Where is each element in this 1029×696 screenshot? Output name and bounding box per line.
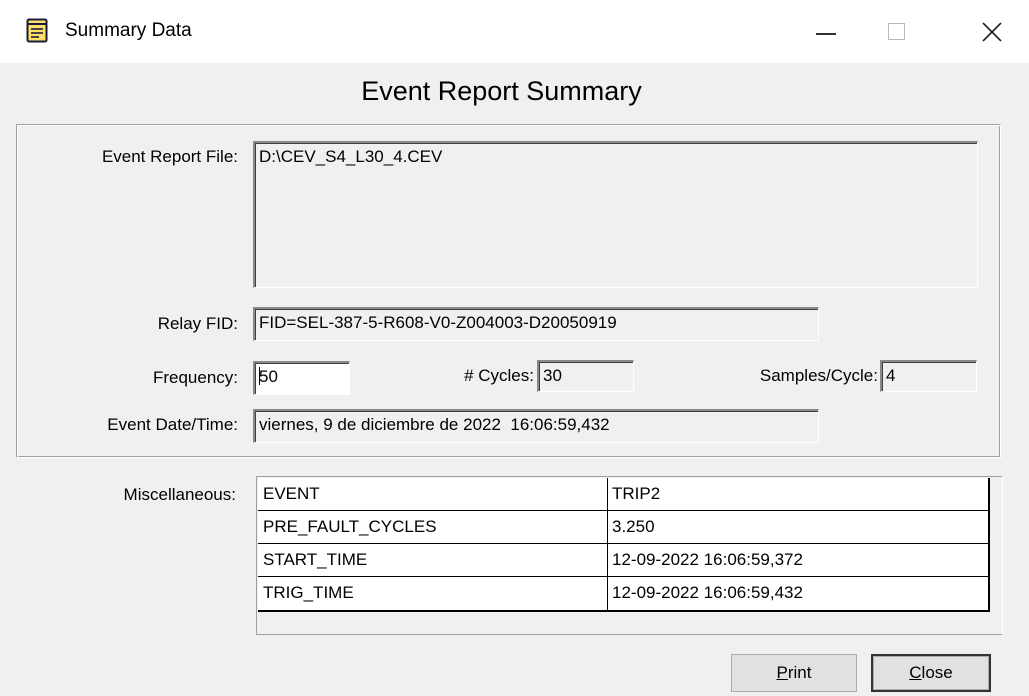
table-row[interactable]: TRIG_TIME 12-09-2022 16:06:59,432	[258, 577, 988, 610]
close-icon	[982, 21, 1002, 42]
frequency-label: Frequency:	[152, 368, 238, 387]
event-report-file-label: Event Report File:	[101, 147, 238, 166]
frequency-input[interactable]: 50	[253, 361, 350, 395]
notepad-icon	[26, 18, 48, 43]
relay-fid-value: FID=SEL-387-5-R608-V0-Z004003-D20050919	[259, 313, 617, 332]
summary-data-window: Summary Data Event Report Summary Event …	[0, 0, 1029, 696]
cycles-field[interactable]: 30	[537, 360, 634, 392]
page-title: Event Report Summary	[361, 76, 642, 106]
table-row[interactable]: EVENT TRIP2	[258, 478, 988, 511]
misc-value: 3.250	[612, 517, 655, 536]
table-row[interactable]: START_TIME 12-09-2022 16:06:59,372	[258, 544, 988, 577]
frequency-value: 50	[259, 367, 278, 386]
misc-key: TRIG_TIME	[263, 583, 354, 602]
cycles-label: # Cycles:	[464, 366, 534, 385]
event-report-file-value: D:\CEV_S4_L30_4.CEV	[259, 147, 443, 166]
event-datetime-label: Event Date/Time:	[107, 415, 238, 434]
title-bar[interactable]: Summary Data	[0, 0, 1029, 63]
maximize-icon	[887, 23, 905, 40]
maximize-button[interactable]	[861, 0, 931, 63]
relay-fid-label: Relay FID:	[157, 314, 238, 333]
cycles-value: 30	[543, 366, 562, 385]
miscellaneous-grid[interactable]: EVENT TRIP2 PRE_FAULT_CYCLES 3.250 START…	[258, 478, 990, 612]
misc-key: EVENT	[263, 484, 320, 503]
event-datetime-field[interactable]: viernes, 9 de diciembre de 2022 16:06:59…	[253, 409, 819, 443]
print-mnemonic: P	[776, 663, 788, 682]
misc-value: 12-09-2022 16:06:59,432	[612, 583, 803, 602]
event-report-file-field[interactable]: D:\CEV_S4_L30_4.CEV	[253, 141, 978, 288]
samples-per-cycle-label: Samples/Cycle:	[759, 366, 878, 385]
relay-fid-field[interactable]: FID=SEL-387-5-R608-V0-Z004003-D20050919	[253, 307, 819, 341]
close-mnemonic: C	[909, 663, 922, 682]
close-window-button[interactable]	[957, 0, 1027, 63]
table-row[interactable]: PRE_FAULT_CYCLES 3.250	[258, 511, 988, 544]
misc-key: PRE_FAULT_CYCLES	[263, 517, 437, 536]
samples-per-cycle-field[interactable]: 4	[880, 360, 977, 392]
minimize-icon	[816, 32, 836, 35]
close-button[interactable]: Close	[871, 654, 991, 692]
print-button[interactable]: Print	[731, 654, 857, 692]
miscellaneous-label: Miscellaneous:	[123, 485, 236, 504]
minimize-button[interactable]	[791, 0, 861, 63]
close-label-rest: lose	[921, 663, 953, 682]
window-title: Summary Data	[65, 20, 192, 41]
samples-per-cycle-value: 4	[886, 366, 896, 385]
miscellaneous-grid-container[interactable]: EVENT TRIP2 PRE_FAULT_CYCLES 3.250 START…	[256, 476, 1003, 635]
misc-key: START_TIME	[263, 550, 368, 569]
print-label-rest: rint	[787, 663, 812, 682]
misc-value: TRIP2	[612, 484, 661, 503]
event-datetime-value: viernes, 9 de diciembre de 2022 16:06:59…	[259, 415, 610, 434]
misc-value: 12-09-2022 16:06:59,372	[612, 550, 803, 569]
